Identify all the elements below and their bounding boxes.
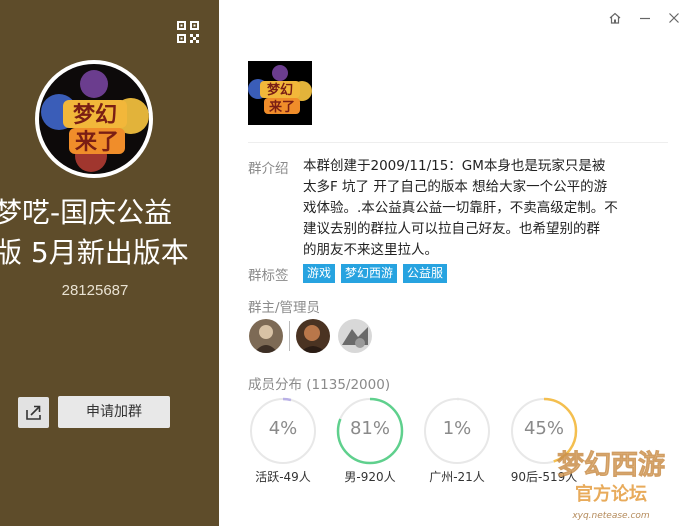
svg-text:来了: 来了 — [74, 130, 119, 155]
admin-avatar[interactable] — [296, 319, 330, 353]
group-name: 梦呓-国庆公益 版 5月新出版本 — [0, 196, 189, 269]
tag-list: 游戏 梦幻西游 公益服 — [303, 264, 448, 283]
svg-text:梦幻: 梦幻 — [267, 82, 293, 98]
home-icon[interactable] — [607, 10, 623, 26]
tag-item[interactable]: 梦幻西游 — [341, 264, 398, 283]
stat-percent: 45% — [523, 418, 564, 439]
left-panel: 梦幻 来了 梦呓-国庆公益 版 5月新出版本 28125687 申请加群 — [0, 0, 219, 526]
svg-text:xyq.netease.com: xyq.netease.com — [571, 511, 650, 521]
minimize-icon[interactable] — [637, 10, 653, 26]
tag-item[interactable]: 游戏 — [303, 264, 336, 283]
tag-item[interactable]: 公益服 — [403, 264, 448, 283]
admin-list — [249, 319, 372, 353]
svg-text:官方论坛: 官方论坛 — [575, 483, 647, 505]
member-stats: 4% 活跃-49人 81% 男-920人 1% 广州-21人 45% 90后-5… — [248, 396, 578, 486]
stat-caption: 男-920人 — [344, 470, 396, 484]
intro-label: 群介绍 — [248, 161, 289, 177]
admins-label: 群主/管理员 — [248, 300, 321, 316]
stat-percent: 1% — [442, 418, 472, 439]
qr-code-icon[interactable] — [176, 20, 200, 44]
members-label: 成员分布 (1135/2000) — [248, 377, 391, 393]
stat-percent: 81% — [349, 418, 390, 439]
tags-label: 群标签 — [248, 268, 289, 284]
stat-caption: 活跃-49人 — [255, 470, 311, 484]
share-icon — [26, 405, 41, 420]
owner-avatar[interactable] — [249, 319, 283, 353]
share-button[interactable] — [18, 397, 49, 428]
svg-text:梦幻西游: 梦幻西游 — [557, 450, 665, 481]
stat-caption: 广州-21人 — [429, 470, 485, 484]
group-id: 28125687 — [61, 282, 129, 299]
svg-text:来了: 来了 — [268, 99, 295, 115]
group-avatar: 梦幻 来了 — [35, 60, 153, 178]
close-icon[interactable] — [666, 10, 682, 26]
admin-separator — [289, 321, 290, 351]
admin-avatar[interactable] — [338, 319, 372, 353]
group-logo-thumbnail: 梦幻 来了 — [248, 61, 312, 125]
intro-text: 本群创建于2009/11/15：GM本身也是玩家只是被 太多F 坑了 开了自己的… — [303, 158, 618, 258]
forum-watermark-logo: 梦幻西游 官方论坛 xyq.netease.com — [533, 438, 683, 524]
header-divider — [248, 142, 668, 143]
svg-text:梦幻: 梦幻 — [73, 102, 117, 128]
stat-percent: 4% — [268, 418, 298, 439]
join-group-button[interactable]: 申请加群 — [58, 396, 170, 428]
